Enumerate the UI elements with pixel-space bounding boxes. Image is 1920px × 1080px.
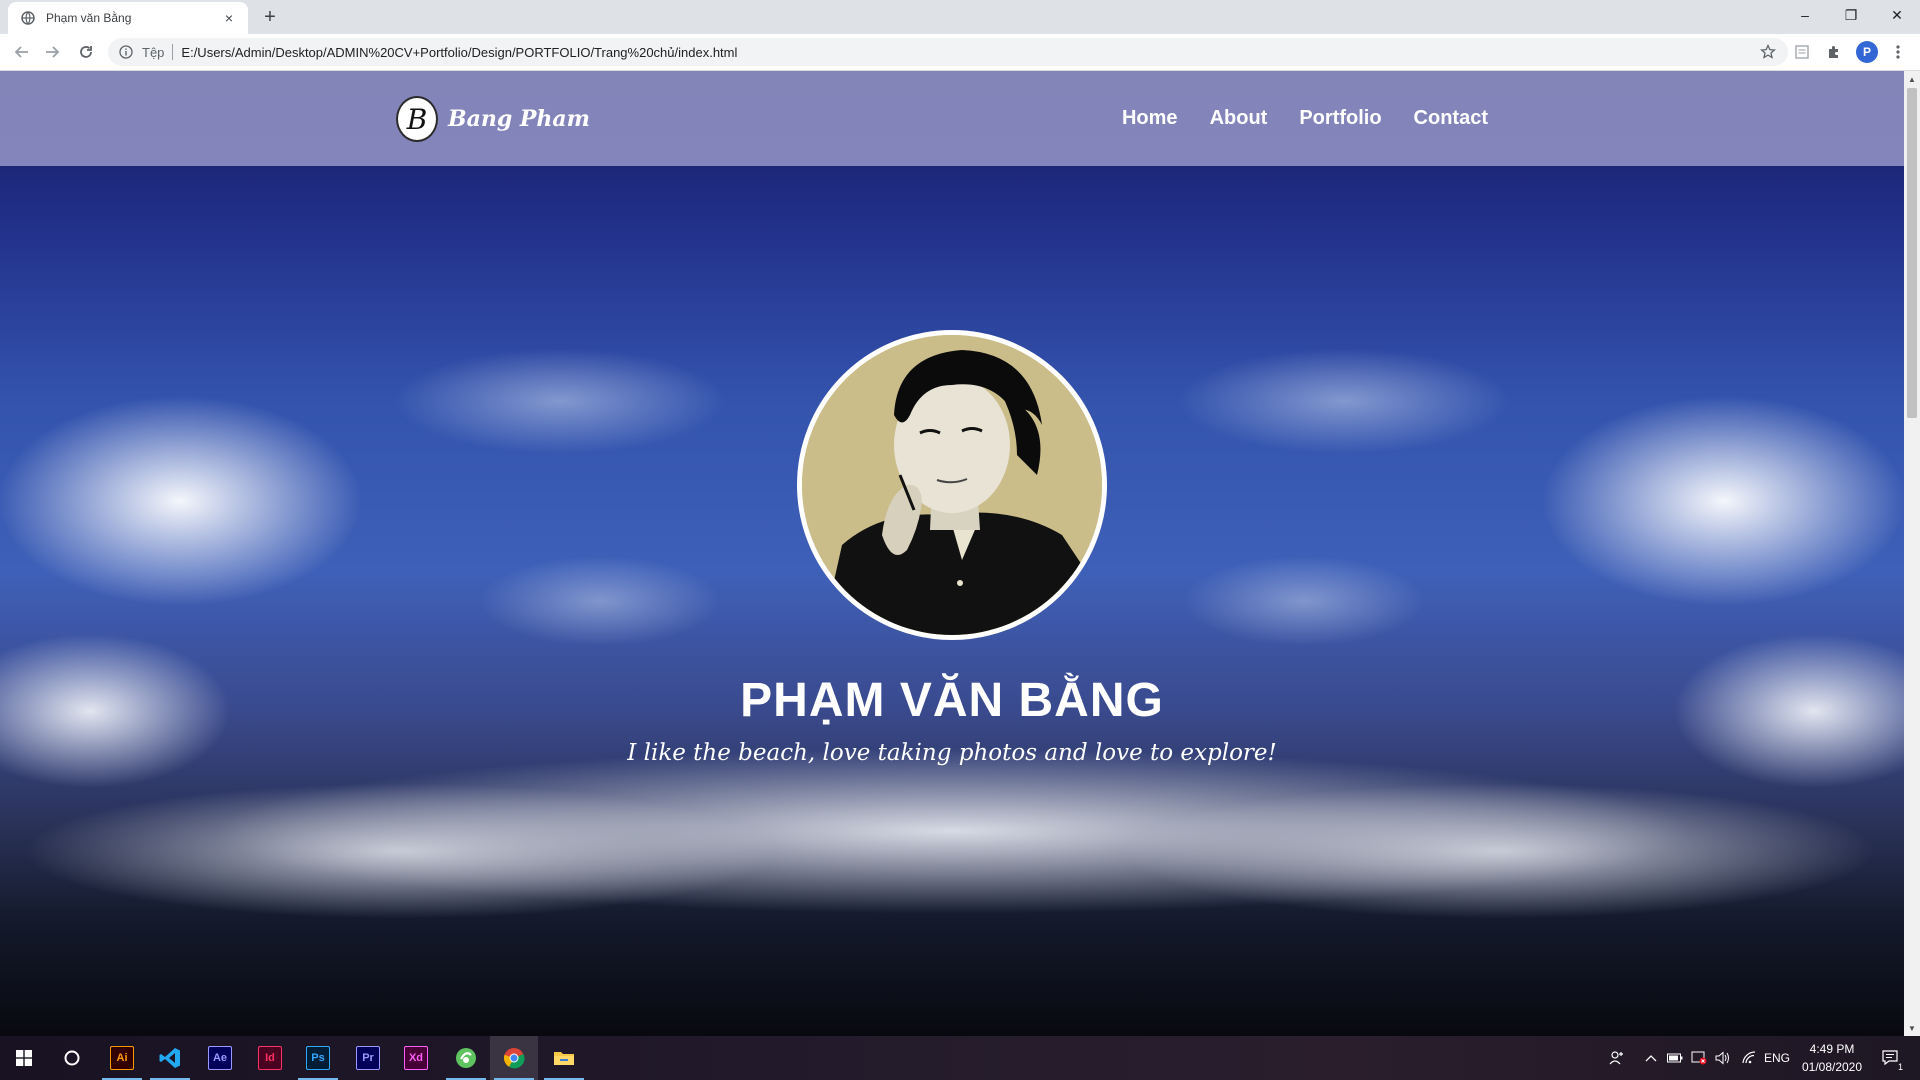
- maximize-button[interactable]: ❐: [1828, 0, 1874, 30]
- notification-count: 1: [1897, 1062, 1903, 1072]
- taskbar-chrome[interactable]: [490, 1036, 538, 1080]
- taskbar-illustrator[interactable]: Ai: [98, 1036, 146, 1080]
- new-tab-button[interactable]: +: [258, 5, 282, 29]
- tab-title: Phạm văn Bằng: [46, 11, 132, 25]
- taskbar-clock[interactable]: 4:49 PM 01/08/2020: [1792, 1040, 1872, 1076]
- omnibox-divider: [172, 44, 174, 60]
- info-icon[interactable]: [118, 44, 134, 60]
- browser-toolbar: Tệp E:/Users/Admin/Desktop/ADMIN%20CV+Po…: [0, 34, 1920, 71]
- nav-portfolio[interactable]: Portfolio: [1299, 107, 1381, 130]
- clock-time: 4:49 PM: [1809, 1042, 1855, 1056]
- taskbar-vscode[interactable]: [146, 1036, 194, 1080]
- taskbar-premiere[interactable]: Pr: [344, 1036, 392, 1080]
- main-nav: Home About Portfolio Contact: [1090, 107, 1488, 130]
- search-circle-icon[interactable]: [48, 1036, 96, 1080]
- xd-icon: Xd: [404, 1046, 428, 1070]
- extensions-puzzle-icon[interactable]: [1822, 40, 1846, 64]
- taskbar-xd[interactable]: Xd: [392, 1036, 440, 1080]
- nav-about[interactable]: About: [1210, 107, 1268, 130]
- after-effects-icon: Ae: [208, 1046, 232, 1070]
- profile-avatar[interactable]: P: [1856, 41, 1878, 63]
- logo-mark: B: [396, 96, 438, 142]
- taskbar-file-explorer[interactable]: [540, 1036, 588, 1080]
- battery-icon[interactable]: [1664, 1036, 1686, 1080]
- hero-tagline: I like the beach, love taking photos and…: [627, 740, 1277, 766]
- illustrator-icon: Ai: [110, 1046, 134, 1070]
- reload-icon[interactable]: [74, 40, 98, 64]
- taskbar-after-effects[interactable]: Ae: [196, 1036, 244, 1080]
- url-text[interactable]: E:/Users/Admin/Desktop/ADMIN%20CV+Portfo…: [181, 45, 737, 60]
- chrome-icon: [503, 1048, 525, 1069]
- wifi-icon[interactable]: [1738, 1036, 1760, 1080]
- logo-text: Bang Pham: [448, 106, 590, 132]
- reading-list-icon[interactable]: [1790, 40, 1814, 64]
- windows-taskbar: Ai Ae Id Ps Pr Xd ENG 4:49 PM 01/08/2020…: [0, 1036, 1920, 1080]
- minimize-button[interactable]: –: [1782, 0, 1828, 30]
- back-arrow-icon[interactable]: [10, 40, 34, 64]
- browser-tab[interactable]: Phạm văn Bằng ×: [8, 2, 248, 34]
- scheme-label: Tệp: [142, 44, 165, 60]
- close-window-button[interactable]: ✕: [1874, 0, 1920, 30]
- page-viewport: B Bang Pham Home About Portfolio Contact: [0, 71, 1904, 1036]
- site-logo[interactable]: B Bang Pham: [396, 96, 590, 142]
- scroll-up-arrow-icon[interactable]: ▲: [1904, 71, 1920, 87]
- globe-icon: [20, 10, 36, 26]
- photoshop-icon: Ps: [306, 1046, 330, 1070]
- taskbar-indesign[interactable]: Id: [246, 1036, 294, 1080]
- browser-tabstrip: Phạm văn Bằng × + – ❐ ✕: [0, 0, 1920, 34]
- tab-close-icon[interactable]: ×: [220, 9, 238, 27]
- chrome-menu-icon[interactable]: [1886, 40, 1910, 64]
- premiere-icon: Pr: [356, 1046, 380, 1070]
- green-app-icon: [456, 1048, 476, 1068]
- forward-arrow-icon[interactable]: [40, 40, 64, 64]
- vscode-icon: [159, 1048, 180, 1068]
- site-header: B Bang Pham Home About Portfolio Contact: [0, 71, 1904, 166]
- clock-date: 01/08/2020: [1801, 1060, 1863, 1074]
- people-icon[interactable]: [1604, 1036, 1630, 1080]
- nav-home[interactable]: Home: [1122, 107, 1178, 130]
- nav-contact[interactable]: Contact: [1414, 107, 1488, 130]
- security-alert-icon[interactable]: [1688, 1036, 1710, 1080]
- scroll-thumb[interactable]: [1907, 88, 1917, 418]
- folder-icon: [554, 1052, 574, 1065]
- scroll-down-arrow-icon[interactable]: ▼: [1904, 1020, 1920, 1036]
- address-bar[interactable]: Tệp E:/Users/Admin/Desktop/ADMIN%20CV+Po…: [108, 38, 1788, 66]
- profile-photo: [797, 330, 1107, 640]
- language-indicator[interactable]: ENG: [1762, 1036, 1792, 1080]
- taskbar-app-green[interactable]: [442, 1036, 490, 1080]
- hero-name: PHẠM VĂN BẰNG: [740, 674, 1164, 727]
- bookmark-star-icon[interactable]: [1758, 42, 1778, 62]
- chevron-up-icon[interactable]: [1640, 1036, 1662, 1080]
- taskbar-photoshop[interactable]: Ps: [294, 1036, 342, 1080]
- windows-start-icon[interactable]: [0, 1036, 48, 1080]
- notification-center-icon[interactable]: 1: [1876, 1036, 1906, 1080]
- indesign-icon: Id: [258, 1046, 282, 1070]
- volume-icon[interactable]: [1712, 1036, 1734, 1080]
- page-scrollbar[interactable]: ▲ ▼: [1904, 71, 1920, 1036]
